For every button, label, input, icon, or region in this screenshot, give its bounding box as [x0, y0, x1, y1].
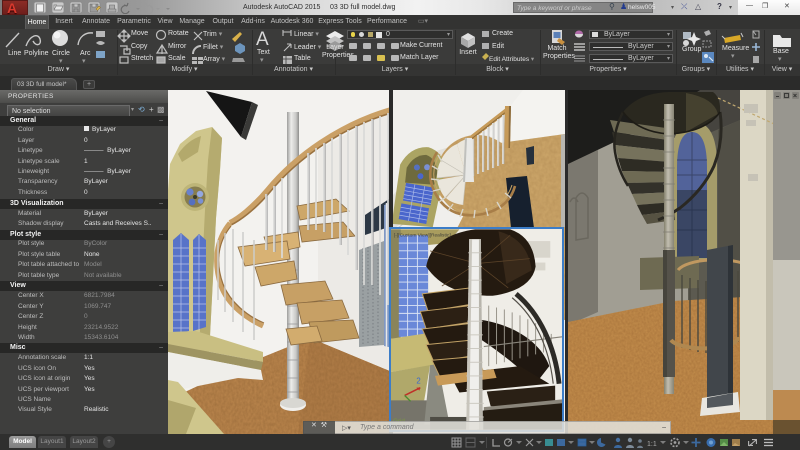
- svg-text:2: 2: [416, 377, 420, 386]
- svg-text:1:1: 1:1: [647, 441, 657, 448]
- svg-text:[-][Custom View][Realistic]: [-][Custom View][Realistic]: [394, 233, 451, 239]
